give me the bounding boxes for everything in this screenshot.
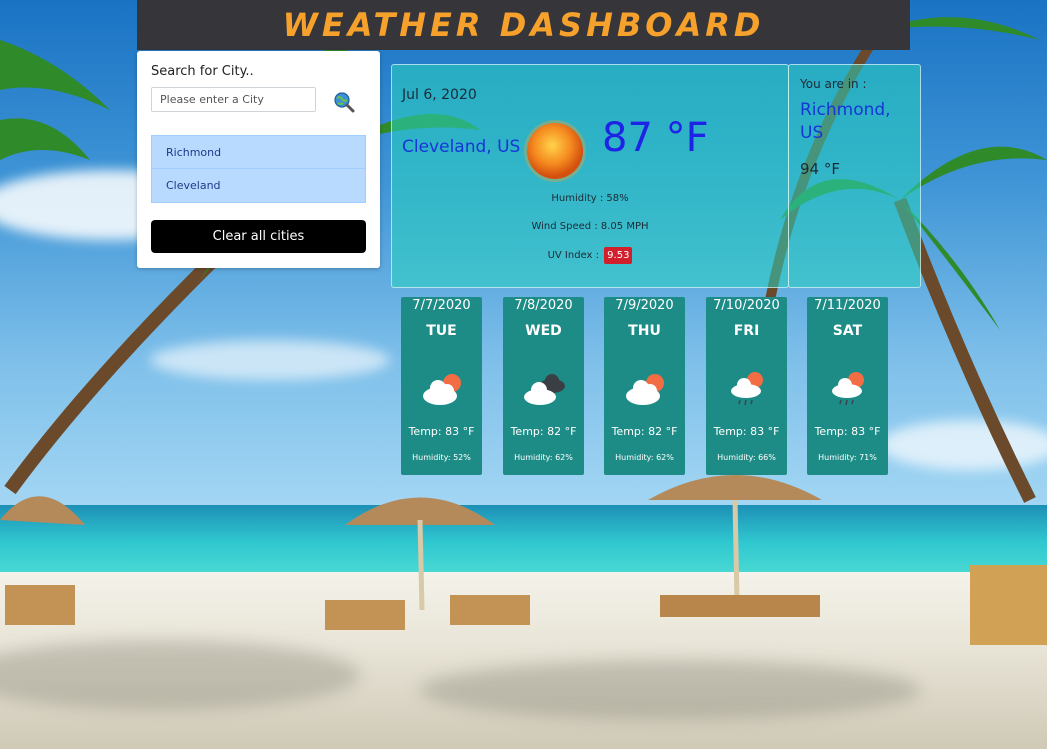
cloud-sun-icon	[423, 374, 461, 405]
forecast-card: 7/7/2020 TUE Temp: 83 °F Humidity: 52%	[401, 297, 482, 475]
cloudy-icon	[524, 374, 565, 405]
current-wind-speed: Wind Speed : 8.05 MPH	[531, 221, 649, 232]
current-city: Cleveland, US	[402, 137, 521, 157]
forecast-card: 7/9/2020 THU Temp: 82 °F Humidity: 62%	[604, 297, 685, 475]
forecast-temp: Temp: 83 °F	[814, 425, 881, 438]
forecast-temp: Temp: 82 °F	[611, 425, 678, 438]
city-search-input[interactable]	[151, 87, 316, 112]
current-temperature: 87 °F	[602, 115, 709, 161]
forecast-card: 7/8/2020 WED Temp: 82 °F Humidity: 62%	[503, 297, 584, 475]
current-date: Jul 6, 2020	[402, 87, 477, 103]
sun-icon	[524, 120, 586, 182]
uv-index-row: UV Index : 9.53	[392, 247, 788, 264]
forecast-card: 7/10/2020 FRI Temp: 83 °F Humidity: 66%	[706, 297, 787, 475]
forecast-humidity: Humidity: 52%	[412, 453, 471, 462]
search-panel: Search for City.. Richmond Cleveland Cle…	[137, 51, 380, 268]
user-location-panel: You are in : Richmond, US 94 °F	[788, 64, 921, 288]
location-temperature: 94 °F	[800, 160, 840, 178]
forecast-date: 7/8/2020	[514, 298, 573, 313]
location-city: Richmond, US	[800, 100, 891, 143]
forecast-day: FRI	[733, 323, 760, 339]
page-title: WEATHER DASHBOARD	[282, 6, 765, 44]
forecast-humidity: Humidity: 62%	[514, 453, 573, 462]
forecast-day: THU	[628, 323, 661, 339]
rain-cloud-icon	[832, 372, 864, 406]
search-label: Search for City..	[151, 64, 254, 79]
forecast-temp: Temp: 82 °F	[510, 425, 577, 438]
forecast-row: 7/7/2020 TUE Temp: 83 °F Humidity: 52% 7…	[401, 297, 901, 475]
uv-index-label: UV Index :	[547, 250, 599, 261]
forecast-temp: Temp: 83 °F	[713, 425, 780, 438]
forecast-day: TUE	[426, 323, 457, 339]
clear-all-cities-button[interactable]: Clear all cities	[151, 220, 366, 253]
current-weather-panel: Jul 6, 2020 Cleveland, US 87 °F Humidity…	[391, 64, 789, 288]
search-button[interactable]	[333, 91, 355, 113]
uv-index-badge: 9.53	[604, 247, 633, 264]
forecast-date: 7/9/2020	[615, 298, 674, 313]
header-bar: WEATHER DASHBOARD	[137, 0, 910, 50]
forecast-date: 7/11/2020	[814, 298, 881, 313]
forecast-date: 7/7/2020	[412, 298, 471, 313]
globe-search-icon	[334, 92, 355, 113]
forecast-day: WED	[525, 323, 562, 339]
cloud-sun-icon	[626, 374, 664, 405]
saved-city-list: Richmond Cleveland	[151, 135, 366, 203]
forecast-date: 7/10/2020	[713, 298, 780, 313]
rain-cloud-icon	[731, 372, 763, 406]
forecast-humidity: Humidity: 62%	[615, 453, 674, 462]
forecast-card: 7/11/2020 SAT Temp: 83 °F Humidity: 71%	[807, 297, 888, 475]
forecast-humidity: Humidity: 71%	[818, 453, 877, 462]
current-humidity: Humidity : 58%	[551, 193, 629, 204]
forecast-temp: Temp: 83 °F	[408, 425, 475, 438]
city-item-richmond[interactable]: Richmond	[151, 135, 366, 169]
location-label: You are in :	[800, 77, 867, 91]
forecast-humidity: Humidity: 66%	[717, 453, 776, 462]
city-item-cleveland[interactable]: Cleveland	[151, 169, 366, 203]
forecast-day: SAT	[832, 323, 863, 339]
